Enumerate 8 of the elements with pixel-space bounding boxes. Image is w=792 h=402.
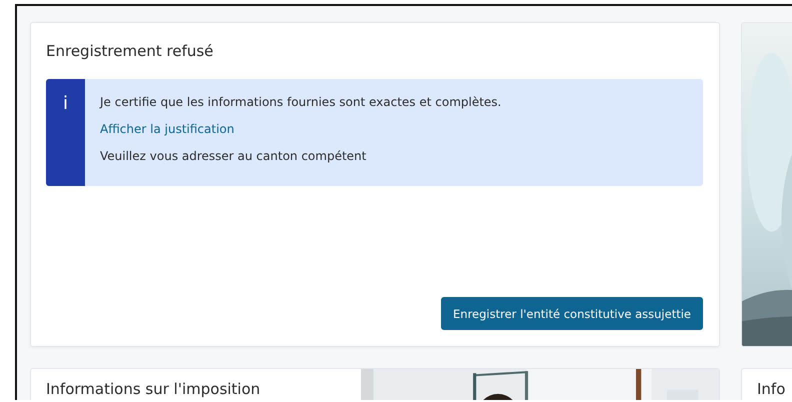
card-title: Enregistrement refusé	[46, 41, 214, 61]
note-text: Veuillez vous adresser au canton compétent	[100, 148, 368, 165]
justification-link[interactable]: Afficher la justification	[100, 120, 234, 138]
card-title: Info	[756, 379, 786, 398]
message-text: Je certifie que les informations fournies sont exactes et complètes.	[100, 94, 502, 111]
info-icon: i	[62, 93, 68, 114]
card-title: Informations sur l'imposition	[45, 379, 262, 400]
register-button[interactable]: Enregistrer l'entité constitutive assujettie	[441, 297, 703, 330]
